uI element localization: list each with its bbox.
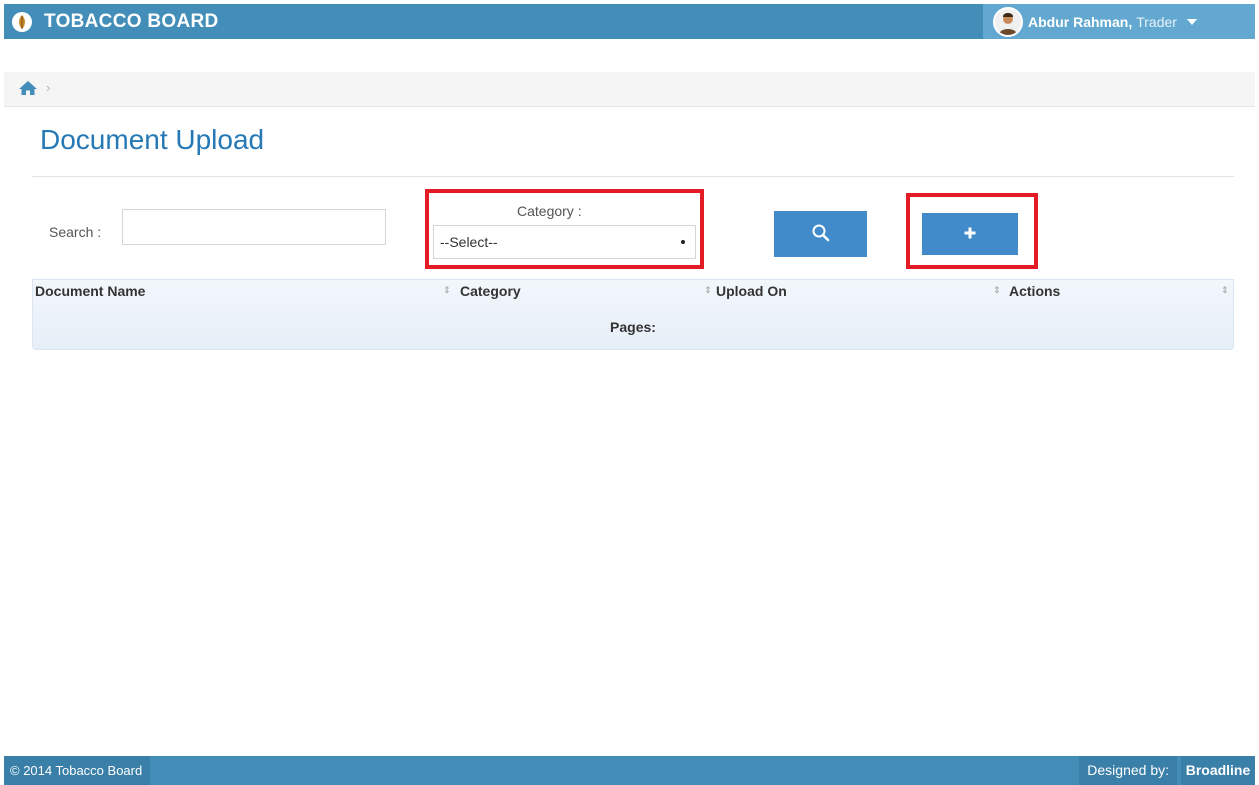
sort-icon[interactable]: ⇕	[1221, 284, 1229, 298]
user-role: Trader	[1136, 13, 1177, 30]
copyright-text: © 2014 Tobacco Board	[4, 756, 151, 785]
designer-link[interactable]: Broadline	[1181, 756, 1255, 785]
sort-icon[interactable]: ⇕	[443, 284, 451, 298]
brand-name: TOBACCO BOARD	[44, 11, 219, 32]
breadcrumb-separator: ›	[46, 80, 51, 95]
category-selected-value: --Select--	[440, 234, 498, 250]
column-header-upload-on[interactable]: Upload On	[716, 280, 787, 303]
add-highlight	[906, 193, 1038, 269]
footer: © 2014 Tobacco Board Designed by: Broadl…	[4, 756, 1255, 785]
search-label: Search :	[49, 224, 102, 240]
column-header-actions[interactable]: Actions	[1009, 280, 1060, 303]
top-navbar: TOBACCO BOARD Abdur Rahman, Trader	[4, 4, 1255, 39]
search-button[interactable]	[774, 211, 867, 257]
pages-label: Pages:	[610, 318, 656, 335]
sort-icon[interactable]: ⇕	[993, 284, 1001, 298]
designed-by-label: Designed by:	[1079, 756, 1177, 785]
category-highlight: Category : --Select--	[425, 189, 704, 269]
category-label: Category :	[517, 203, 582, 219]
pagination: Pages:	[33, 304, 1233, 349]
plus-icon	[964, 227, 976, 242]
breadcrumb: ›	[4, 72, 1255, 107]
page-title: Document Upload	[40, 124, 265, 155]
documents-table: Document Name ⇕ Category ⇕ Upload On ⇕ A…	[32, 279, 1234, 350]
dropdown-arrow-icon	[681, 240, 685, 244]
user-name: Abdur Rahman,	[1028, 13, 1133, 30]
brand-logo[interactable]: TOBACCO BOARD	[12, 11, 219, 33]
home-icon[interactable]	[18, 80, 38, 100]
category-select[interactable]: --Select--	[433, 225, 696, 259]
caret-down-icon[interactable]	[1186, 18, 1197, 25]
column-header-document-name[interactable]: Document Name	[35, 280, 145, 303]
tobacco-leaf-icon	[12, 12, 32, 32]
column-header-category[interactable]: Category	[460, 280, 521, 303]
search-input[interactable]	[122, 209, 386, 245]
search-icon	[811, 223, 831, 246]
sort-icon[interactable]: ⇕	[704, 284, 712, 298]
table-header: Document Name ⇕ Category ⇕ Upload On ⇕ A…	[33, 280, 1233, 303]
user-menu[interactable]: Abdur Rahman, Trader	[983, 4, 1255, 39]
add-document-button[interactable]	[922, 213, 1018, 255]
title-divider	[32, 176, 1234, 177]
avatar	[993, 6, 1023, 37]
